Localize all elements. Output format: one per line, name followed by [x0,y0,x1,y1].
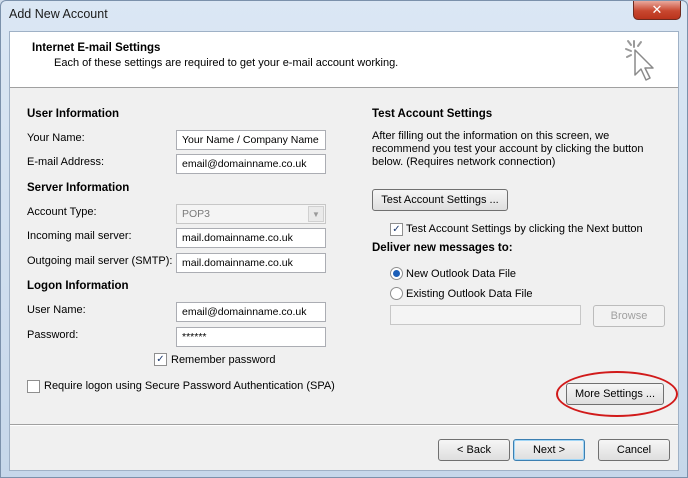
back-button[interactable]: < Back [438,439,510,461]
footer-divider [10,424,678,426]
password-field[interactable]: ****** [176,327,326,347]
remember-password-label: Remember password [171,354,276,366]
header-subtitle: Each of these settings are required to g… [54,57,399,69]
wizard-cursor-icon [625,40,654,81]
window-title: Add New Account [9,7,108,21]
dialog-body: Internet E-mail Settings Each of these s… [9,31,679,471]
test-settings-instructions: After filling out the information on thi… [372,130,644,168]
title-bar[interactable]: Add New Account ✕ [1,1,687,31]
header-title: Internet E-mail Settings [32,42,161,54]
data-file-path-field[interactable] [390,305,581,325]
account-type-label: Account Type: [27,206,97,218]
incoming-server-field[interactable]: mail.domainname.co.uk [176,228,326,248]
spa-label: Require logon using Secure Password Auth… [44,380,335,392]
auto-test-label: Test Account Settings by clicking the Ne… [406,223,643,235]
existing-data-file-label: Existing Outlook Data File [406,288,533,300]
server-info-heading: Server Information [27,182,130,194]
outgoing-server-label: Outgoing mail server (SMTP): [27,255,173,267]
existing-data-file-radio[interactable] [390,287,403,300]
account-type-value: POP3 [182,208,211,220]
next-button[interactable]: Next > [513,439,585,461]
username-label: User Name: [27,304,86,316]
chevron-down-icon: ▼ [308,206,324,222]
remember-password-checkbox[interactable]: ✓ [154,353,167,366]
auto-test-checkbox[interactable]: ✓ [390,223,403,236]
user-info-heading: User Information [27,108,120,120]
incoming-server-label: Incoming mail server: [27,230,132,242]
email-label: E-mail Address: [27,156,105,168]
close-button[interactable]: ✕ [633,1,681,20]
new-data-file-label: New Outlook Data File [406,268,517,280]
password-label: Password: [27,329,79,341]
deliver-heading: Deliver new messages to: [372,242,513,254]
wizard-header: Internet E-mail Settings Each of these s… [10,32,678,88]
username-field[interactable]: email@domainname.co.uk [176,302,326,322]
highlight-ring [556,371,678,417]
add-account-window: Add New Account ✕ Internet E-mail Settin… [0,0,688,478]
test-settings-heading: Test Account Settings [372,108,493,120]
outgoing-server-field[interactable]: mail.domainname.co.uk [176,253,326,273]
new-data-file-radio[interactable] [390,267,403,280]
your-name-field[interactable]: Your Name / Company Name [176,130,326,150]
browse-button[interactable]: Browse [593,305,665,327]
spa-checkbox[interactable] [27,380,40,393]
your-name-label: Your Name: [27,132,85,144]
test-account-settings-button[interactable]: Test Account Settings ... [372,189,508,211]
cancel-button[interactable]: Cancel [598,439,670,461]
logon-info-heading: Logon Information [27,280,129,292]
account-type-select: POP3 ▼ [176,204,326,224]
email-field[interactable]: email@domainname.co.uk [176,154,326,174]
